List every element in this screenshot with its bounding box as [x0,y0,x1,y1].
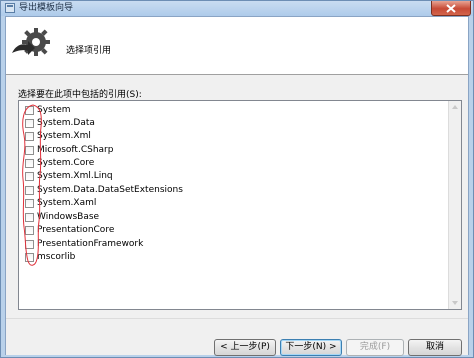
list-item[interactable]: PresentationFramework [19,238,143,251]
item-label: mscorlib [37,252,76,262]
scroll-up-icon[interactable] [451,103,459,111]
vertical-scrollbar[interactable] [448,101,461,309]
reference-prompt: 选择要在此项中包括的引用(S): [18,90,142,100]
list-item[interactable]: mscorlib [19,251,75,264]
wizard-body: 选择要在此项中包括的引用(S): System System.Data Syst… [6,74,468,356]
item-label: PresentationCore [37,225,115,235]
app-icon [5,3,15,13]
checkbox[interactable] [25,159,34,168]
checkbox[interactable] [25,240,34,249]
item-label: System [37,105,71,115]
page-title: 选择项引用 [66,46,112,56]
cancel-button[interactable]: 取消 [408,339,462,356]
wizard-client: 选择项引用 选择要在此项中包括的引用(S): System System.Dat… [5,16,469,356]
wizard-window: 导出模板向导 选择项引用 选择要在此项中包括的引用(S): System Sys… [0,0,474,358]
close-icon [446,3,456,13]
scroll-down-icon[interactable] [451,299,459,307]
item-label: System.Core [37,158,95,168]
item-label: System.Xml [37,131,91,141]
list-item[interactable]: System.Core [19,157,94,170]
list-item[interactable]: Microsoft.CSharp [19,144,113,157]
title-bar[interactable]: 导出模板向导 [1,1,473,16]
wizard-header: 选择项引用 [6,17,468,74]
list-item[interactable]: System.Xml.Linq [19,170,113,183]
checkbox[interactable] [25,199,34,208]
item-label: System.Data [37,118,95,128]
list-item[interactable]: System.Xml [19,130,91,143]
checkbox[interactable] [25,213,34,222]
item-label: Microsoft.CSharp [37,145,114,155]
checkbox[interactable] [25,106,34,115]
list-item[interactable]: WindowsBase [19,211,99,224]
checkbox[interactable] [25,253,34,262]
reference-list[interactable]: System System.Data System.Xml Microsoft.… [18,100,462,310]
checkbox[interactable] [25,172,34,181]
list-item[interactable]: System.Data [19,117,95,130]
checkbox[interactable] [25,226,34,235]
window-title: 导出模板向导 [19,3,74,13]
list-item[interactable]: System [19,104,71,117]
list-item[interactable]: System.Xaml [19,197,96,210]
checkbox[interactable] [25,146,34,155]
back-button[interactable]: < 上一步(P) [214,339,276,356]
item-label: System.Data.DataSetExtensions [37,185,183,195]
list-item[interactable]: System.Data.DataSetExtensions [19,184,183,197]
item-label: System.Xml.Linq [37,171,113,181]
item-label: WindowsBase [37,212,100,222]
finish-button[interactable]: 完成(F) [346,339,404,356]
gear-arrow-icon [12,28,50,56]
item-label: PresentationFramework [37,239,144,249]
list-item[interactable]: PresentationCore [19,224,114,237]
checkbox[interactable] [25,132,34,141]
close-button[interactable] [431,1,471,16]
checkbox[interactable] [25,119,34,128]
footer-divider [6,318,468,319]
item-label: System.Xaml [37,198,97,208]
checkbox[interactable] [25,186,34,195]
next-button[interactable]: 下一步(N) > [280,339,342,356]
